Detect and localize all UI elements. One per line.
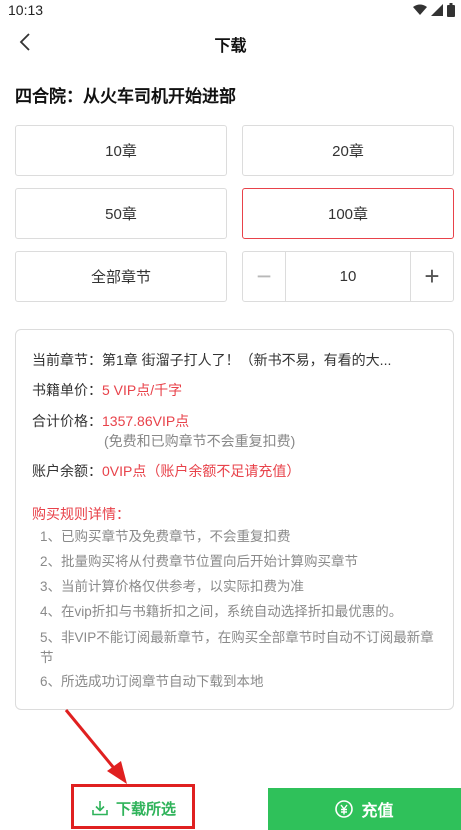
increment-button[interactable]: + <box>411 252 453 301</box>
option-100-chapters[interactable]: 100章 <box>242 188 454 239</box>
option-all-chapters[interactable]: 全部章节 <box>15 251 227 302</box>
rule-item: 1、已购买章节及免费章节，不会重复扣费 <box>40 529 291 544</box>
total-price-value: 1357.86VIP点 <box>102 413 190 429</box>
page-title: 下载 <box>214 38 247 55</box>
status-bar: 10:13 <box>0 0 461 22</box>
battery-icon <box>447 3 455 17</box>
download-selected-label: 下载所选 <box>115 800 176 818</box>
chapter-count-stepper: − 10 + <box>242 251 454 302</box>
rules-title: 购买规则详情： <box>32 506 130 522</box>
option-50-chapters[interactable]: 50章 <box>15 188 227 239</box>
unit-price-label: 书籍单价： <box>32 382 102 398</box>
coin-icon <box>335 800 354 818</box>
status-icons <box>413 3 455 17</box>
rule-item: 3、当前计算价格仅供参考，以实际扣费为准 <box>40 579 305 594</box>
download-icon <box>92 801 108 816</box>
balance-value: 0VIP点（账户余额不足请充值） <box>102 463 301 479</box>
wifi-icon <box>413 4 427 15</box>
balance-row: 账户余额：0VIP点（账户余额不足请充值） <box>32 461 300 481</box>
option-20-chapters[interactable]: 20章 <box>242 125 454 176</box>
option-10-chapters[interactable]: 10章 <box>15 125 227 176</box>
current-chapter-label: 当前章节： <box>32 352 102 368</box>
balance-label: 账户余额： <box>32 463 102 479</box>
unit-price-value: 5 VIP点/千字 <box>102 382 183 398</box>
rule-item: 6、所选成功订阅章节自动下载到本地 <box>40 674 264 689</box>
total-price-note: (免费和已购章节不会重复扣费) <box>104 433 296 449</box>
rule-item: 4、在vip折扣与书籍折扣之间，系统自动选择折扣最优惠的。 <box>40 604 403 619</box>
signal-icon <box>431 4 443 16</box>
recharge-button[interactable]: 充值 <box>268 788 461 830</box>
current-chapter-value: 第1章 街溜子打人了！（新书不易，有看的大... <box>102 352 392 368</box>
decrement-button[interactable]: − <box>243 252 285 301</box>
chapter-count-value[interactable]: 10 <box>285 252 411 301</box>
total-price-label: 合计价格： <box>32 413 102 429</box>
rule-item: 5、非VIP不能订阅最新章节，在购买全部章节时自动不订阅最新章节 <box>40 630 434 665</box>
total-price-row: 合计价格：1357.86VIP点 <box>32 411 189 431</box>
unit-price-row: 书籍单价：5 VIP点/千字 <box>32 380 182 400</box>
book-title: 四合院：从火车司机开始进部 <box>15 87 236 106</box>
purchase-info-panel: 当前章节：第1章 街溜子打人了！（新书不易，有看的大... 书籍单价：5 VIP… <box>15 329 454 710</box>
download-selected-button[interactable]: 下载所选 <box>75 788 191 828</box>
status-time: 10:13 <box>8 2 44 18</box>
recharge-label: 充值 <box>361 803 394 820</box>
rule-item: 2、批量购买将从付费章节位置向后开始计算购买章节 <box>40 554 359 569</box>
header: 下载 <box>0 22 461 62</box>
current-chapter-row: 当前章节：第1章 街溜子打人了！（新书不易，有看的大... <box>32 350 391 370</box>
